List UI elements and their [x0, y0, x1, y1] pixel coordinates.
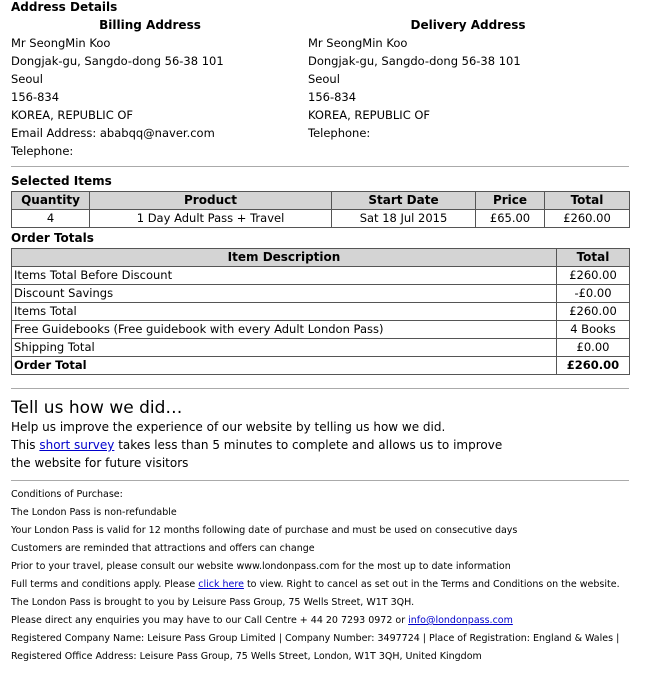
feedback-text-segment: takes less than 5 minutes to complete an…: [114, 438, 503, 452]
billing-address: Billing Address Mr SeongMin Koo Dongjak-…: [11, 16, 311, 160]
feedback-line: Help us improve the experience of our we…: [11, 420, 446, 434]
feedback-text-segment: This: [11, 438, 40, 452]
billing-street: Dongjak-gu, Sangdo-dong 56-38 101: [11, 54, 224, 68]
condition-line: Please direct any enquiries you may have…: [11, 612, 620, 630]
delivery-country: KOREA, REPUBLIC OF: [308, 108, 431, 122]
table-row: Discount Savings -£0.00: [11, 284, 630, 303]
table-header-row: Item Description Total: [11, 248, 630, 267]
row-description: Items Total: [11, 302, 557, 321]
condition-text-segment: to view. Right to cancel as set out in t…: [243, 579, 620, 590]
table-row: Shipping Total £0.00: [11, 338, 630, 357]
row-description: Items Total Before Discount: [11, 266, 557, 285]
condition-line: Your London Pass is valid for 12 months …: [11, 525, 518, 536]
table-row: 4 1 Day Adult Pass + Travel Sat 18 Jul 2…: [11, 209, 630, 228]
billing-address-header: Billing Address: [99, 18, 201, 32]
order-totals-title: Order Totals: [11, 231, 94, 245]
condition-text-segment: Please direct any enquiries you may have…: [11, 615, 409, 626]
table-row: Items Total Before Discount £260.00: [11, 266, 630, 285]
table-row: Items Total £260.00: [11, 302, 630, 321]
divider: [11, 166, 629, 167]
row-value: -£0.00: [556, 284, 630, 303]
column-header-product: Product: [89, 191, 332, 210]
billing-name: Mr SeongMin Koo: [11, 36, 111, 50]
row-value: 4 Books: [556, 320, 630, 339]
row-value: £0.00: [556, 338, 630, 357]
condition-line: Registered Office Address: Leisure Pass …: [11, 651, 482, 662]
row-value: £260.00: [556, 266, 630, 285]
conditions-heading: Conditions of Purchase:: [11, 489, 123, 500]
column-header-total: Total: [556, 248, 630, 267]
order-total-row: Order Total £260.00: [11, 356, 630, 375]
condition-line: Registered Company Name: Leisure Pass Gr…: [11, 633, 620, 644]
column-header-quantity: Quantity: [11, 191, 90, 210]
condition-text-segment: Full terms and conditions apply. Please: [11, 579, 199, 590]
billing-city: Seoul: [11, 72, 43, 86]
condition-line: Full terms and conditions apply. Please …: [11, 576, 620, 594]
condition-line: Customers are reminded that attractions …: [11, 543, 315, 554]
item-price: £65.00: [475, 209, 545, 228]
item-start-date: Sat 18 Jul 2015: [331, 209, 476, 228]
row-description: Discount Savings: [11, 284, 557, 303]
delivery-city: Seoul: [308, 72, 340, 86]
feedback-line: This short survey takes less than 5 minu…: [11, 436, 502, 454]
feedback-line: the website for future visitors: [11, 456, 189, 470]
delivery-name: Mr SeongMin Koo: [308, 36, 408, 50]
billing-telephone: Telephone:: [11, 144, 74, 158]
feedback-title: Tell us how we did…: [11, 398, 183, 418]
delivery-telephone: Telephone:: [308, 126, 371, 140]
divider: [11, 388, 629, 389]
row-value: £260.00: [556, 356, 630, 375]
order-totals-table: Item Description Total Items Total Befor…: [11, 248, 630, 375]
column-header-price: Price: [475, 191, 545, 210]
condition-line: Prior to your travel, please consult our…: [11, 561, 511, 572]
delivery-street: Dongjak-gu, Sangdo-dong 56-38 101: [308, 54, 521, 68]
item-quantity: 4: [11, 209, 90, 228]
delivery-address-header: Delivery Address: [410, 18, 526, 32]
item-product: 1 Day Adult Pass + Travel: [89, 209, 332, 228]
condition-line: The London Pass is brought to you by Lei…: [11, 597, 415, 608]
condition-line: The London Pass is non-refundable: [11, 507, 177, 518]
conditions-of-purchase: Conditions of Purchase: The London Pass …: [11, 486, 620, 666]
column-header-item-description: Item Description: [11, 248, 557, 267]
delivery-postcode: 156-834: [308, 90, 357, 104]
selected-items-title: Selected Items: [11, 174, 112, 188]
column-header-start-date: Start Date: [331, 191, 476, 210]
row-description: Free Guidebooks (Free guidebook with eve…: [11, 320, 557, 339]
table-row: Free Guidebooks (Free guidebook with eve…: [11, 320, 630, 339]
billing-email: Email Address: ababqq@naver.com: [11, 126, 215, 140]
terms-click-here-link[interactable]: click here: [198, 579, 244, 590]
feedback-text: Help us improve the experience of our we…: [11, 418, 502, 472]
billing-postcode: 156-834: [11, 90, 60, 104]
address-details-title: Address Details: [11, 0, 118, 14]
survey-link[interactable]: short survey: [39, 438, 114, 452]
email-link[interactable]: info@londonpass.com: [408, 615, 513, 626]
column-header-total: Total: [544, 191, 630, 210]
row-value: £260.00: [556, 302, 630, 321]
row-description: Order Total: [11, 356, 557, 375]
selected-items-table: Quantity Product Start Date Price Total …: [11, 191, 630, 228]
delivery-address: Delivery Address Mr SeongMin Koo Dongjak…: [308, 16, 608, 142]
table-header-row: Quantity Product Start Date Price Total: [11, 191, 630, 210]
row-description: Shipping Total: [11, 338, 557, 357]
item-total: £260.00: [544, 209, 630, 228]
billing-country: KOREA, REPUBLIC OF: [11, 108, 134, 122]
divider: [11, 480, 629, 481]
